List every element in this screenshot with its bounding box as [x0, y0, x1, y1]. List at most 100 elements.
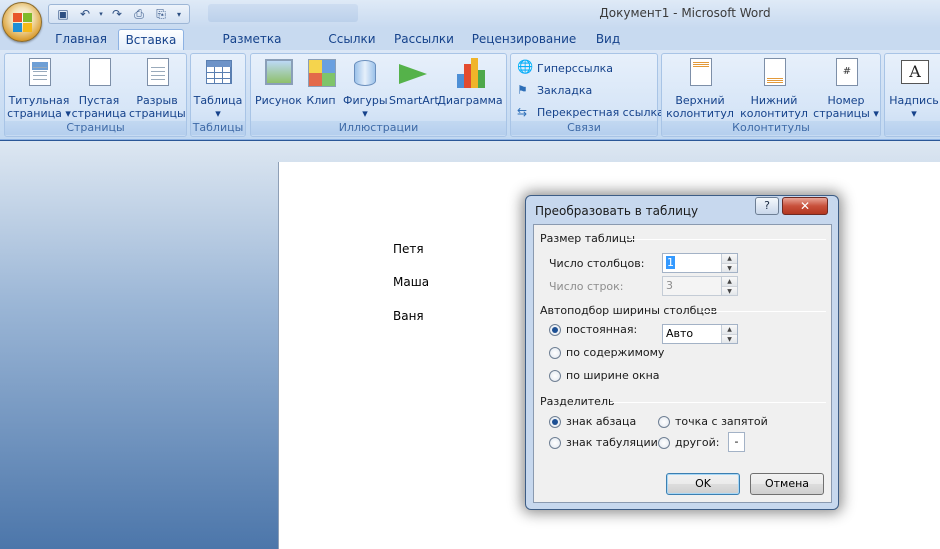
radio-unselected-icon: [658, 436, 670, 449]
autofit-content-radio[interactable]: по содержимому: [549, 346, 664, 359]
customize-qat-icon[interactable]: ▾: [173, 6, 185, 22]
spin-up-icon: ▲: [722, 277, 737, 286]
separator-paragraph-radio[interactable]: знак абзаца: [549, 415, 636, 428]
shapes-icon: [349, 56, 381, 90]
text-box-label-2: ▾: [911, 107, 917, 120]
bookmark-button[interactable]: ⚑ Закладка: [517, 80, 592, 100]
columns-value[interactable]: 1: [666, 256, 675, 269]
cover-page-icon: [23, 56, 55, 90]
ribbon-tabs: Главная Вставка Разметка страницы Ссылки…: [0, 28, 940, 66]
header-icon: [684, 56, 716, 90]
save-icon[interactable]: ▣: [53, 6, 73, 22]
group-illustrations-label: Иллюстрации: [251, 121, 506, 135]
text-box-button[interactable]: A Надпись ▾: [887, 56, 940, 120]
cover-page-button[interactable]: Титульная страница ▾: [7, 56, 71, 120]
tab-insert[interactable]: Вставка: [118, 29, 184, 50]
blank-page-label-1: Пустая: [78, 94, 120, 107]
cancel-button[interactable]: Отмена: [750, 473, 824, 495]
clip-art-button[interactable]: Клип: [303, 56, 339, 107]
picture-label: Рисунок: [255, 94, 302, 107]
table-button[interactable]: Таблица ▾: [193, 56, 243, 120]
page-break-label-2: страницы: [129, 107, 186, 120]
page-number-label-1: Номер: [827, 94, 865, 107]
bookmark-icon: ⚑: [517, 83, 528, 97]
rows-spinner-arrows: ▲ ▼: [721, 277, 737, 295]
fixed-width-value[interactable]: Авто: [666, 327, 693, 340]
background-window-ghost: [208, 4, 358, 22]
paragraph-3[interactable]: Ваня: [393, 309, 424, 323]
office-button[interactable]: [2, 2, 42, 42]
radio-unselected-icon: [658, 415, 670, 428]
blank-page-label-2: страница: [71, 107, 127, 120]
group-links-label: Связи: [511, 121, 657, 135]
separator-semicolon-radio[interactable]: точка с запятой: [658, 415, 768, 428]
cross-reference-button[interactable]: ⇆ Перекрестная ссылка: [517, 102, 664, 122]
rows-spinner: 3 ▲ ▼: [662, 276, 738, 296]
hyperlink-label: Гиперссылка: [537, 61, 613, 75]
group-pages-label: Страницы: [5, 121, 186, 135]
hyperlink-icon: 🌐: [517, 60, 534, 75]
smartart-icon: [397, 56, 429, 90]
page-number-button[interactable]: # Номер страницы ▾: [812, 56, 880, 120]
separator-other-input[interactable]: -: [728, 432, 745, 452]
page-break-button[interactable]: Разрыв страницы: [129, 56, 186, 120]
help-button[interactable]: ?: [755, 197, 779, 215]
columns-spinner-arrows[interactable]: ▲ ▼: [721, 254, 737, 272]
undo-dropdown-icon[interactable]: ▾: [97, 6, 105, 22]
tab-references[interactable]: Ссылки: [323, 29, 381, 50]
office-logo-icon: [13, 13, 33, 33]
fixed-width-spinner[interactable]: Авто ▲ ▼: [662, 324, 738, 344]
picture-icon: [262, 56, 294, 90]
section-divider: [626, 239, 826, 240]
undo-icon[interactable]: ↶: [75, 6, 95, 22]
group-links: 🌐 Гиперссылка ⚑ Закладка ⇆ Перекрестная …: [510, 53, 664, 137]
radio-unselected-icon: [549, 369, 561, 382]
shapes-label-1: Фигуры: [343, 94, 388, 107]
group-illustrations: Рисунок Клип Фигуры ▾ SmartArt Диаграмма…: [250, 53, 507, 137]
page-break-icon: [141, 56, 173, 90]
chart-button[interactable]: Диаграмма: [437, 56, 503, 107]
tab-page-layout[interactable]: Разметка страницы: [192, 29, 312, 66]
autofit-fixed-radio[interactable]: постоянная:: [549, 323, 637, 336]
clip-art-label: Клип: [306, 94, 336, 107]
section-divider: [702, 311, 826, 312]
blank-page-icon: [83, 56, 115, 90]
separator-other-label: другой:: [675, 436, 720, 449]
hyperlink-button[interactable]: 🌐 Гиперссылка: [517, 58, 613, 78]
close-button[interactable]: ✕: [782, 197, 828, 215]
blank-page-button[interactable]: Пустая страница: [71, 56, 127, 120]
chart-label: Диаграмма: [437, 94, 503, 107]
ok-button[interactable]: OK: [666, 473, 740, 495]
clip-art-icon: [305, 56, 337, 90]
table-label-2: ▾: [215, 107, 221, 120]
separator-other-radio[interactable]: другой:: [658, 436, 719, 449]
shapes-button[interactable]: Фигуры ▾: [343, 56, 388, 120]
fixed-width-spinner-arrows[interactable]: ▲ ▼: [721, 325, 737, 343]
paragraph-1[interactable]: Петя: [393, 242, 424, 256]
cross-reference-icon: ⇆: [517, 105, 528, 119]
paragraph-2[interactable]: Маша: [393, 275, 429, 289]
section-divider: [610, 402, 826, 403]
group-text-label: [885, 121, 940, 135]
separator-tab-radio[interactable]: знак табуляции: [549, 436, 658, 449]
tab-mailings[interactable]: Рассылки: [391, 29, 457, 50]
autofit-window-radio[interactable]: по ширине окна: [549, 369, 660, 382]
quick-print-icon[interactable]: ⎘: [151, 6, 171, 22]
table-icon: [202, 56, 234, 90]
text-box-icon: A: [898, 56, 930, 90]
shapes-label-2: ▾: [362, 107, 368, 120]
columns-label: Число столбцов:: [549, 257, 645, 270]
redo-icon[interactable]: ↷: [107, 6, 127, 22]
separator-semicolon-label: точка с запятой: [675, 415, 768, 428]
tab-view[interactable]: Вид: [590, 29, 626, 50]
separator-paragraph-label: знак абзаца: [566, 415, 637, 428]
tab-review[interactable]: Рецензирование: [470, 29, 578, 50]
columns-spinner[interactable]: 1 ▲ ▼: [662, 253, 738, 273]
print-preview-icon[interactable]: ⎙: [129, 6, 149, 22]
picture-button[interactable]: Рисунок: [255, 56, 302, 107]
smartart-button[interactable]: SmartArt: [389, 56, 439, 107]
group-text: A Надпись ▾: [884, 53, 940, 137]
tab-home[interactable]: Главная: [50, 29, 112, 50]
chart-icon: [454, 56, 486, 90]
page-number-label-2: страницы ▾: [813, 107, 879, 120]
